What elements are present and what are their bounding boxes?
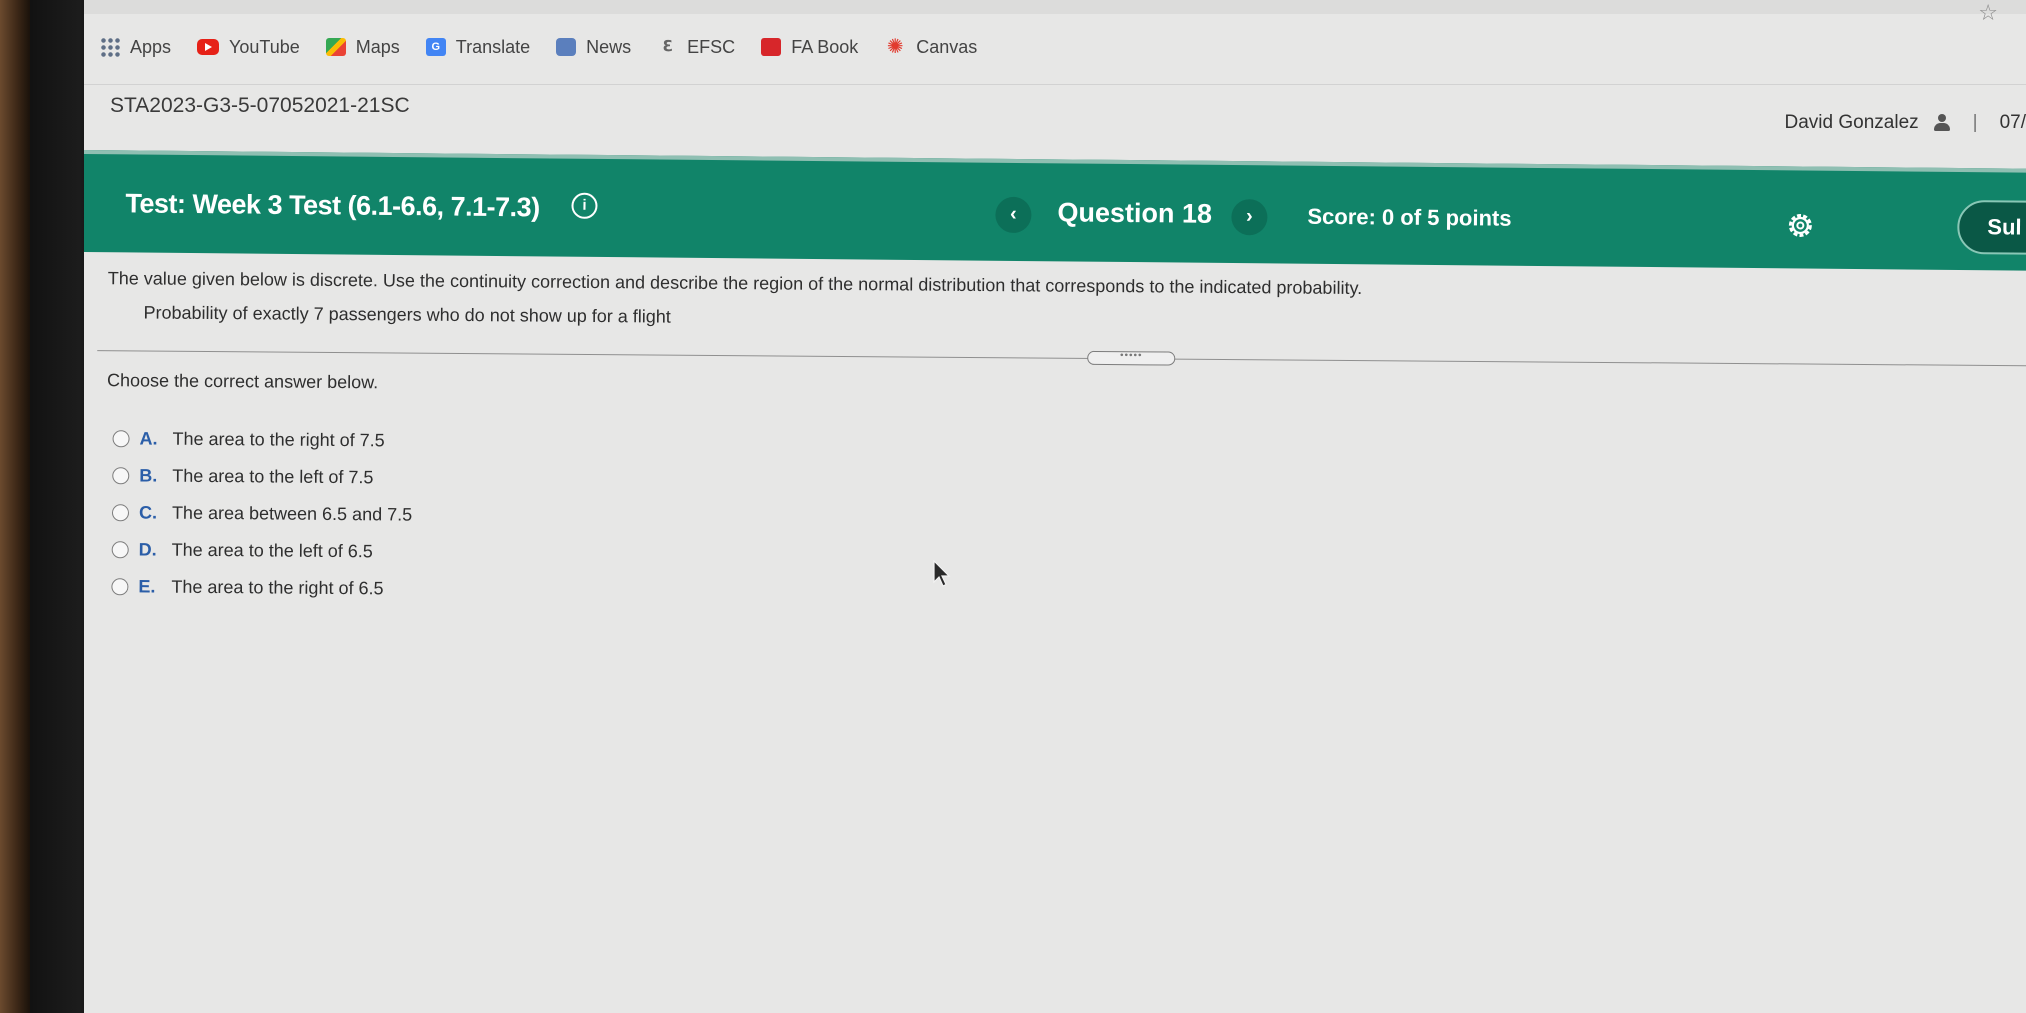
bookmark-maps[interactable]: Maps [325,36,400,58]
bookmark-label: YouTube [229,36,300,57]
canvas-icon: ✺ [886,36,904,58]
option-text[interactable]: The area to the right of 7.5 [172,429,384,452]
test-title: Test: Week 3 Test (6.1-6.6, 7.1-7.3) [125,188,540,223]
toolbar-divider [84,84,2026,85]
panel-divider [97,350,2026,367]
option-text[interactable]: The area to the left of 6.5 [172,540,373,563]
bookmark-efsc[interactable]: ℇ EFSC [657,36,736,58]
answer-options: A. The area to the right of 7.5 B. The a… [111,420,413,607]
radio-button[interactable] [112,467,130,485]
score-label: Score: 0 of 5 points [1307,203,1512,231]
next-question-button[interactable]: › [1231,199,1268,236]
news-icon [556,38,577,56]
browser-screen: ☆ Apps YouTube Maps G Translate News ℇ E… [84,0,2026,1013]
fa-book-icon [761,38,782,56]
radio-button[interactable] [112,430,130,448]
question-detail: Probability of exactly 7 passengers who … [143,302,671,327]
answer-option-a[interactable]: A. The area to the right of 7.5 [112,420,412,459]
bookmark-label: FA Book [791,36,859,57]
answer-option-b[interactable]: B. The area to the left of 7.5 [112,457,412,496]
bookmark-label: EFSC [687,36,736,57]
bookmark-label: Apps [130,36,172,57]
separator: | [1972,112,1978,133]
efsc-icon: ℇ [662,38,672,55]
course-title: STA2023-G3-5-07052021-21SC [110,94,410,117]
resize-handle[interactable]: ••••• [1087,350,1176,366]
option-letter: E. [138,576,156,597]
bookmark-translate[interactable]: G Translate [425,36,531,58]
gear-icon[interactable] [1785,210,1815,240]
question-panel: The value given below is discrete. Use t… [84,256,2026,1013]
bookmark-canvas[interactable]: ✺ Canvas [884,37,977,58]
radio-button[interactable] [111,504,130,522]
user-icon [1933,114,1951,132]
answer-option-c[interactable]: C. The area between 6.5 and 7.5 [111,494,412,533]
bookmark-news[interactable]: News [556,37,631,58]
answer-option-e[interactable]: E. The area to the right of 6.5 [111,568,411,607]
apps-grid-icon [100,37,120,57]
info-icon[interactable]: i [571,192,598,219]
bookmark-youtube[interactable]: YouTube [197,37,300,58]
bookmark-label: Maps [355,36,400,57]
option-letter: B. [139,465,158,486]
address-bar-strip [84,0,2026,14]
desk-background [0,0,30,1013]
previous-question-button[interactable]: ‹ [995,196,1032,234]
submit-test-button[interactable]: Sul [1957,199,2026,256]
option-letter: A. [139,428,158,449]
bookmark-label: Canvas [916,36,978,57]
user-name[interactable]: David Gonzalez [1785,112,1919,134]
date-label: 07/ [1999,112,2026,133]
bookmark-apps[interactable]: Apps [100,37,171,58]
mouse-pointer-icon [933,560,951,587]
answer-option-d[interactable]: D. The area to the left of 6.5 [111,531,412,570]
translate-icon: G [425,38,446,56]
bookmark-fa-book[interactable]: FA Book [761,37,858,58]
maps-icon [325,38,346,56]
bookmark-label: News [586,36,632,57]
bookmarks-bar: Apps YouTube Maps G Translate News ℇ EFS… [100,30,977,64]
option-text[interactable]: The area to the left of 7.5 [172,466,373,489]
radio-button[interactable] [111,578,129,596]
option-text[interactable]: The area between 6.5 and 7.5 [172,503,412,526]
question-prompt: The value given below is discrete. Use t… [107,268,1363,299]
radio-button[interactable] [111,541,129,559]
user-area: David Gonzalez | 07/ [1785,112,2026,134]
option-letter: C. [138,502,158,523]
question-number: Question 18 [1057,197,1213,229]
test-header-bar: Test: Week 3 Test (6.1-6.6, 7.1-7.3) i ‹… [84,150,2026,271]
option-letter: D. [138,539,157,560]
bookmark-star-icon[interactable]: ☆ [1978,0,1998,26]
answer-instruction: Choose the correct answer below. [106,370,379,393]
option-text[interactable]: The area to the right of 6.5 [171,577,383,600]
bookmark-label: Translate [455,36,531,57]
youtube-icon [197,39,220,55]
